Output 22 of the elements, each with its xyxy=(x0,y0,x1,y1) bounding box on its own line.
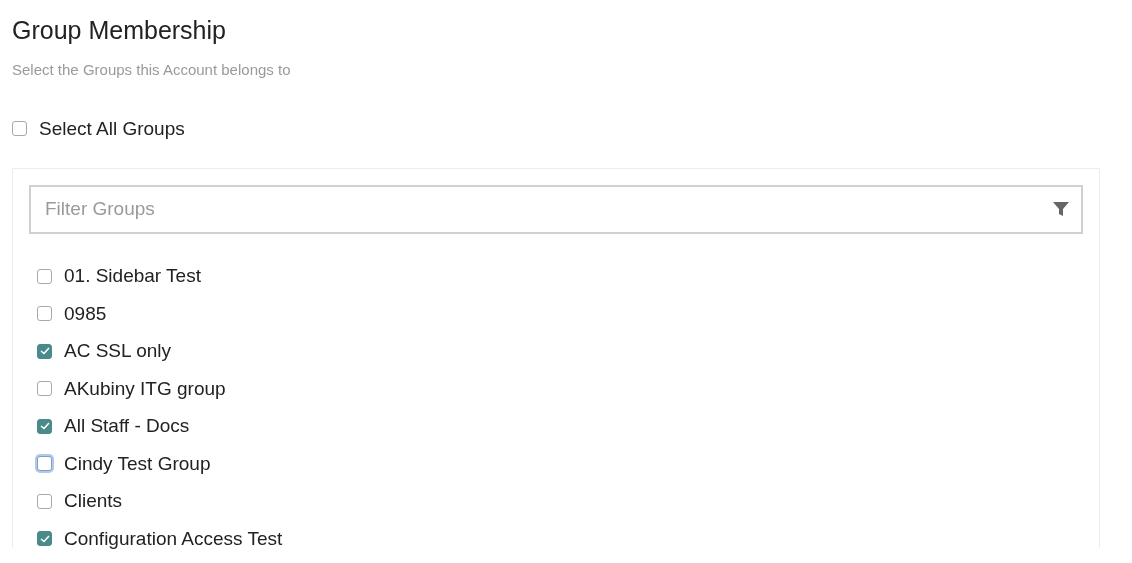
section-description: Select the Groups this Account belongs to xyxy=(12,61,292,78)
checkbox-label: All Staff - Docs xyxy=(64,415,190,438)
checkbox-label: 0985 xyxy=(64,302,107,325)
checkbox-label: Clients xyxy=(64,490,123,513)
checkbox-label: Cindy Test Group xyxy=(64,452,211,475)
checkbox-label: AKubiny ITG group xyxy=(64,377,226,400)
checkbox-label: AC SSL only xyxy=(64,340,171,363)
checkbox[interactable] xyxy=(37,493,52,509)
checkbox[interactable] xyxy=(37,531,52,547)
checkbox-label: Select All Groups xyxy=(39,117,185,140)
checkbox[interactable] xyxy=(37,306,52,322)
checkbox-label: 01. Sidebar Test xyxy=(64,265,201,288)
checkbox[interactable] xyxy=(37,381,52,397)
section-title: Group Membership xyxy=(12,15,226,46)
checkbox[interactable] xyxy=(37,418,52,434)
checkbox-label: Configuration Access Test xyxy=(64,527,283,550)
checkbox[interactable] xyxy=(12,121,27,137)
filter-input[interactable]: Filter Groups xyxy=(43,197,1053,221)
checkbox[interactable] xyxy=(37,343,52,359)
checkbox[interactable] xyxy=(37,268,52,284)
filter-icon xyxy=(1053,201,1069,217)
filter-field[interactable]: Filter Groups xyxy=(29,184,1083,234)
